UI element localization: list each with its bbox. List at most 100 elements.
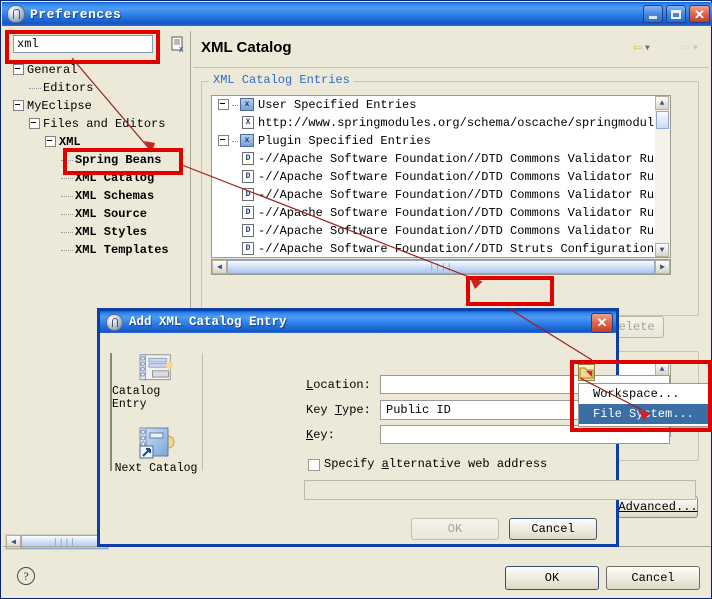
list-item[interactable]: D -//Apache Software Foundation//DTD Comm…: [212, 204, 670, 222]
sidebar-item-editors[interactable]: Editors: [5, 79, 185, 97]
sidebar-item-xml-catalog[interactable]: XML Catalog: [5, 169, 185, 187]
sidebar-item-label: Editors: [43, 81, 94, 95]
sidebar-item-xml-schemas[interactable]: XML Schemas: [5, 187, 185, 205]
browse-popup-menu[interactable]: Workspace... File System...: [578, 383, 710, 427]
tree-connector: [61, 249, 73, 251]
entries-scroll-thumb[interactable]: [656, 111, 669, 129]
list-item[interactable]: D -//Apache Software Foundation//DTD Comm…: [212, 150, 670, 168]
sidebar-item-myeclipse[interactable]: MyEclipse: [5, 97, 185, 115]
dtd-entry-icon: D: [242, 242, 254, 256]
tab-next-catalog[interactable]: Next Catalog: [112, 417, 200, 475]
tree-expander-icon[interactable]: [218, 135, 229, 147]
sidebar-item-xml-styles[interactable]: XML Styles: [5, 223, 185, 241]
group-label: XML Catalog Entries: [209, 73, 354, 87]
sidebar-item-spring-beans[interactable]: Spring Beans: [5, 151, 185, 169]
list-item-label: http://www.springmodules.org/schema/osca…: [258, 116, 670, 130]
nav-back-button[interactable]: ⇦ ▼: [633, 41, 650, 56]
menu-item-file-system[interactable]: File System...: [579, 404, 709, 424]
sidebar-item-label: XML: [59, 135, 81, 149]
list-item[interactable]: Xhttp://www.springmodules.org/schema/osc…: [212, 114, 670, 132]
sidebar-item-general[interactable]: General: [5, 61, 185, 79]
entries-hscroll-thumb[interactable]: ||||: [227, 260, 655, 274]
app-icon: [7, 5, 25, 23]
scroll-up-arrow-icon[interactable]: ▲: [655, 96, 669, 110]
key-input[interactable]: [380, 425, 670, 444]
sidebar-item-label: XML Schemas: [75, 189, 155, 203]
entries-vertical-scrollbar[interactable]: ▲ ▼: [655, 95, 671, 258]
sidebar-item-label: Spring Beans: [75, 153, 162, 167]
minimize-button[interactable]: [643, 5, 663, 23]
tab-catalog-entry[interactable]: Catalog Entry: [112, 353, 200, 411]
tree-horizontal-scrollbar[interactable]: ◀ ||||: [5, 534, 109, 550]
nav-forward-button[interactable]: ⇨ ▼: [681, 41, 698, 56]
tree-expander-icon[interactable]: [13, 100, 24, 112]
tree-expander-icon[interactable]: [218, 99, 229, 111]
sidebar-item-files-and-editors[interactable]: Files and Editors: [5, 115, 185, 133]
add-xml-catalog-entry-dialog: Add XML Catalog Entry ✕ Catalog Entry Ne…: [97, 308, 696, 547]
ok-button[interactable]: OK: [505, 566, 599, 590]
forward-arrow-icon: ⇨: [681, 40, 691, 57]
scroll-down-arrow-icon[interactable]: ▼: [655, 243, 669, 257]
scroll-left-arrow-icon[interactable]: ◀: [212, 260, 227, 274]
catalog-entry-icon: [139, 354, 173, 381]
list-item-label: -//Apache Software Foundation//DTD Commo…: [258, 152, 670, 166]
dtd-entry-icon: D: [242, 206, 254, 220]
list-item[interactable]: D -//Apache Software Foundation//DTD Comm…: [212, 222, 670, 240]
tree-connector: [232, 104, 238, 106]
maximize-button[interactable]: [666, 5, 686, 23]
tree-connector: [61, 195, 73, 197]
back-dropdown-icon[interactable]: ▼: [645, 44, 650, 53]
catalog-folder-icon: x: [240, 134, 254, 148]
entries-horizontal-scrollbar[interactable]: ◀ |||| ▶: [211, 259, 671, 275]
sidebar-item-label: XML Source: [75, 207, 148, 221]
dtd-entry-icon: D: [242, 224, 254, 238]
dialog-close-button[interactable]: ✕: [591, 313, 613, 333]
list-item-label: -//Apache Software Foundation//DTD Commo…: [258, 188, 670, 202]
sidebar-item-xml[interactable]: XML: [5, 133, 185, 151]
list-item[interactable]: x Plugin Specified Entries: [212, 132, 670, 150]
dialog-title: Add XML Catalog Entry: [129, 315, 287, 329]
browse-folder-button[interactable]: [578, 364, 595, 381]
browse-folder-icon: [579, 367, 594, 379]
alt-web-address-input[interactable]: [304, 480, 696, 500]
sidebar-item-label: MyEclipse: [27, 99, 92, 113]
specify-alt-web-address-checkbox[interactable]: [308, 459, 320, 471]
forward-dropdown-icon[interactable]: ▼: [693, 44, 698, 53]
svg-text:x: x: [179, 44, 184, 53]
dtd-entry-icon: D: [242, 188, 254, 202]
scroll-up-arrow-icon[interactable]: ▲: [655, 362, 669, 376]
list-item-label: -//Apache Software Foundation//DTD Commo…: [258, 224, 670, 238]
list-item[interactable]: D -//Apache Software Foundation//DTD Stru…: [212, 240, 670, 257]
list-item[interactable]: x User Specified Entries: [212, 96, 670, 114]
sidebar-item-label: General: [27, 63, 78, 77]
page-title: XML Catalog: [201, 39, 292, 56]
tree-expander-icon[interactable]: [29, 118, 40, 130]
tree-connector: [61, 213, 73, 215]
dialog-body: Catalog Entry Next Catalog Location: Key…: [100, 333, 696, 544]
tree-connector: [61, 159, 73, 161]
tree-expander-icon[interactable]: [45, 136, 56, 148]
list-item[interactable]: D -//Apache Software Foundation//DTD Comm…: [212, 186, 670, 204]
dialog-cancel-button[interactable]: Cancel: [509, 518, 597, 540]
dialog-ok-button[interactable]: OK: [411, 518, 499, 540]
dialog-titlebar: Add XML Catalog Entry ✕: [100, 311, 616, 333]
close-button[interactable]: ✕: [689, 5, 710, 23]
menu-item-workspace[interactable]: Workspace...: [579, 384, 709, 404]
dtd-entry-icon: D: [242, 170, 254, 184]
window-title: Preferences: [30, 6, 122, 22]
sidebar-item-xml-templates[interactable]: XML Templates: [5, 241, 185, 259]
list-item[interactable]: D -//Apache Software Foundation//DTD Comm…: [212, 168, 670, 186]
tree-connector: [61, 231, 73, 233]
search-input[interactable]: [13, 35, 153, 53]
filter-row: x: [9, 33, 184, 57]
tree-expander-icon[interactable]: [13, 64, 24, 76]
clear-filter-icon[interactable]: x: [171, 36, 187, 53]
dialog-tab-list[interactable]: Catalog Entry Next Catalog: [110, 353, 202, 475]
scroll-right-arrow-icon[interactable]: ▶: [655, 260, 670, 274]
sidebar-item-xml-source[interactable]: XML Source: [5, 205, 185, 223]
catalog-entries-list[interactable]: x User Specified Entries Xhttp://www.sprin…: [211, 95, 671, 258]
sidebar-item-label: Files and Editors: [43, 117, 166, 131]
catalog-folder-icon: x: [240, 98, 254, 112]
cancel-button[interactable]: Cancel: [606, 566, 700, 590]
help-icon[interactable]: ?: [17, 567, 35, 585]
